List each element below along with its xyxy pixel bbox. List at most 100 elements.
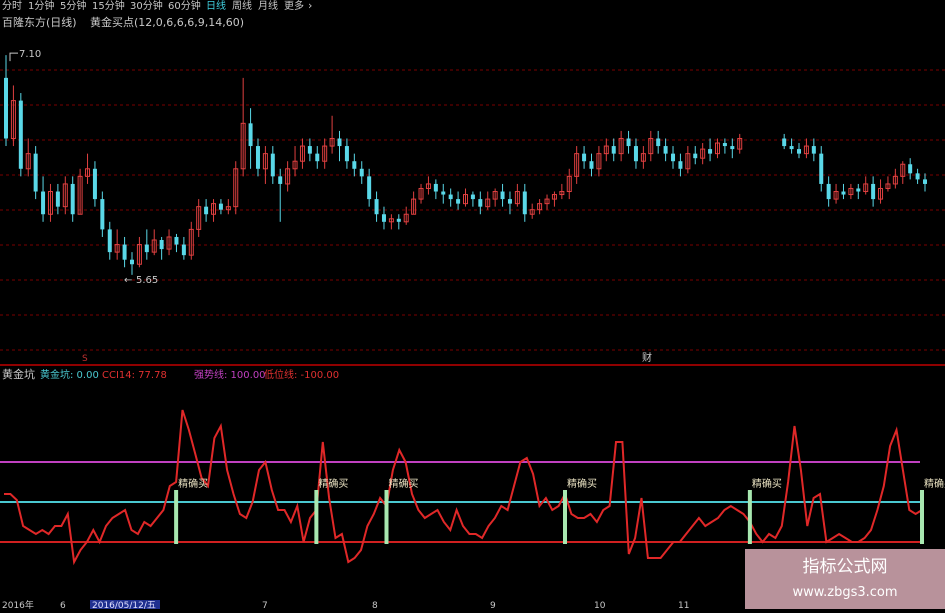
candle-body [722,143,727,147]
event-marker-cai: 财 [642,351,652,364]
toolbar-tab-7[interactable]: 周线 [232,0,252,12]
signal-label-3: 精确买 [567,477,597,490]
candle-body [278,176,283,184]
background [0,0,945,609]
candle-body [611,146,616,154]
signal-bar-0 [174,490,179,544]
watermark-title: 指标公式网 [803,557,888,577]
candle-body [374,199,379,215]
chart-stage: 分时 1分钟 5分钟 15分钟 30分钟 60分钟 日线 周线 月线 更多 › 百隆东方(日线) 黄金买… [0,0,945,611]
candle-body [181,244,186,256]
candle-body [663,146,668,154]
candle-body [856,188,861,192]
date-label-2: 2016/05/12/五 [92,601,156,609]
candle-body [782,138,787,147]
legend-1: CCI14: 77.78 [102,370,167,381]
candle-body [915,173,920,180]
chart-svg: 分时 1分钟 5分钟 15分钟 30分钟 60分钟 日线 周线 月线 更多 › 百隆东方(日线) 黄金买… [0,0,945,611]
candle-body [582,153,587,162]
toolbar-tab-8[interactable]: 月线 [258,0,278,12]
candle-body [352,161,357,169]
toolbar-tab-4[interactable]: 30分钟 [130,0,163,12]
candle-body [811,146,816,154]
toolbar-tab-5[interactable]: 60分钟 [168,0,201,12]
candle-body [456,199,461,204]
legend-3: 低位线: -100.00 [264,368,339,381]
candle-body [671,153,676,162]
candle-body [107,229,112,253]
signal-bar-4 [747,490,752,544]
candle-body [500,191,505,200]
candle-body [367,176,372,200]
signal-label-4: 精确买 [752,477,782,490]
low-marker-arrow: ← [124,275,132,286]
candle-body [18,100,23,169]
candle-body [470,194,475,200]
candle-body [315,153,320,162]
candle-body [381,214,386,222]
candle-body [248,123,253,147]
signal-label-5: 精确买 [924,477,945,490]
candle-body [344,146,349,162]
candle-body [730,146,735,150]
signal-label-0: 精确买 [178,477,208,490]
candle-body [55,191,60,207]
legend-0: 黄金坑: 0.00 [40,368,99,381]
candle-body [819,153,824,184]
event-marker-s: S [82,354,88,364]
candle-body [100,199,105,230]
candle-body [270,153,275,177]
candle-body [708,149,713,154]
candle-body [4,77,8,139]
candle-body [507,199,512,204]
toolbar-tab-3[interactable]: 15分钟 [92,0,125,12]
candle-body [396,218,401,222]
candle-body [908,164,913,174]
candle-body [923,179,927,184]
watermark-url: www.zbgs3.com [792,585,897,600]
candle-body [359,168,364,177]
candle-body [433,183,438,192]
candle-body [70,183,75,215]
toolbar-tab-9[interactable]: 更多 [284,0,304,12]
toolbar-tab-2[interactable]: 5分钟 [60,0,86,12]
toolbar-tab-1[interactable]: 1分钟 [28,0,54,12]
candle-body [678,161,683,169]
candle-body [255,146,260,169]
date-label-0: 2016年 [2,599,34,609]
candle-body [841,191,846,195]
signal-label-2: 精确买 [389,477,419,490]
date-label-3: 7 [262,601,268,609]
candle-body [204,206,209,215]
candle-body [129,259,134,265]
high-marker-label: 7.10 [19,49,41,60]
candle-body [41,191,46,215]
chevron-right-icon[interactable]: › [308,0,312,12]
date-label-4: 8 [372,601,378,609]
signal-bar-2 [384,490,389,544]
candle-body [159,240,164,250]
toolbar-tab-6[interactable]: 日线 [206,0,226,12]
candle-body [589,161,594,169]
date-label-5: 9 [490,601,496,609]
candle-body [522,191,527,215]
signal-bar-3 [563,490,567,544]
toolbar-tab-0[interactable]: 分时 [2,0,22,12]
signal-label-1: 精确买 [318,477,348,490]
candle-body [656,138,661,147]
candle-body [797,149,802,154]
candle-body [789,146,794,150]
signal-bar-1 [314,490,319,544]
signal-bar-5 [920,490,924,544]
main-panel-title: 百隆东方(日线) [2,15,77,29]
candle-body [122,244,127,260]
candle-body [92,168,97,200]
candle-body [478,199,483,207]
candle-body [441,191,446,195]
low-marker-label: 5.65 [136,275,158,286]
candle-body [174,236,179,245]
candle-body [871,183,876,200]
candle-body [693,153,698,159]
candle-body [337,138,342,147]
candle-body [144,244,149,253]
